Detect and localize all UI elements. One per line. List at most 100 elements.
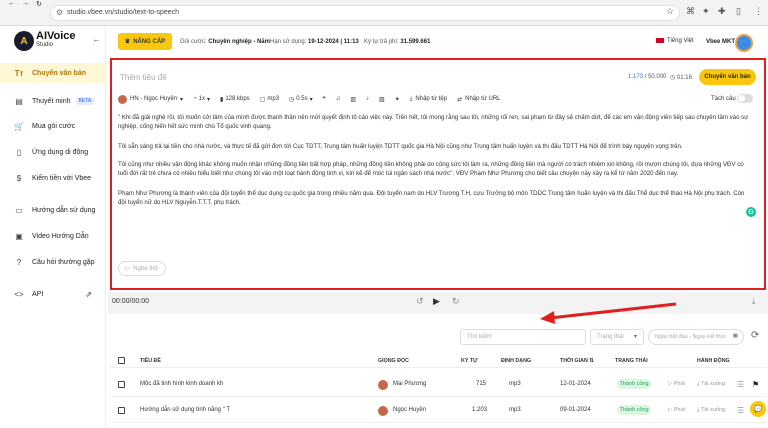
col-format[interactable]: ĐỊNH DẠNG xyxy=(501,358,531,364)
import-url-button[interactable]: ⇄ Nhập từ URL xyxy=(457,96,500,103)
title-input[interactable]: Thêm tiêu đề xyxy=(120,73,167,82)
char-counter: 1.173 / 50.000 xyxy=(628,74,667,80)
sidepanel-icon[interactable]: ▯ xyxy=(736,6,741,17)
language-selector[interactable]: Tiếng Việt xyxy=(656,38,694,44)
music-icon[interactable]: ♪ xyxy=(366,96,369,102)
upgrade-button[interactable]: ♛ NÂNG CẤP xyxy=(118,33,172,50)
play-icon[interactable]: ▶ xyxy=(433,296,440,307)
back-icon[interactable]: ← xyxy=(8,0,15,7)
chevron-down-icon: ▾ xyxy=(180,96,184,103)
refresh-icon[interactable]: ⟳ xyxy=(751,330,759,341)
sound-icon[interactable]: ♫ xyxy=(336,96,341,102)
play-button[interactable]: ▷ Phát xyxy=(668,381,685,387)
sidebar-item-api[interactable]: <> API ⇗ xyxy=(0,284,106,304)
sidebar-item-text-to-speech[interactable]: Tт Chuyển văn bản xyxy=(0,63,106,83)
address-bar[interactable]: ⚙ studio.vbee.vn/studio/text-to-speech xyxy=(50,5,680,21)
annotation-arrow-icon xyxy=(540,302,677,324)
translate-icon[interactable]: ⌘ xyxy=(686,6,695,17)
split-sentence-toggle[interactable] xyxy=(737,94,753,103)
download-icon: ⤓ xyxy=(409,95,413,102)
date-range-picker[interactable]: Ngày bắt đầu - Ngày kết thúc ▦ xyxy=(648,329,744,345)
search-input[interactable]: Tìm kiếm xyxy=(460,329,586,345)
editor-paragraph[interactable]: Phạm Như Phương là thành viên của đội tu… xyxy=(118,189,754,207)
bitrate-selector[interactable]: ▮ 128 kbps xyxy=(220,96,250,103)
row-time: 09-01-2024 xyxy=(560,407,591,413)
star-icon[interactable]: ☆ xyxy=(666,6,674,17)
col-voice[interactable]: GIỌNG ĐỌC xyxy=(378,358,409,364)
sidebar-item-dubbing[interactable]: ▤ Thuyết minh BETA xyxy=(0,91,106,111)
link-icon: ⇄ xyxy=(457,96,463,103)
magic-icon[interactable]: ✦ xyxy=(395,96,400,103)
chat-icon[interactable]: 💬 xyxy=(750,401,766,417)
row-title[interactable]: Hướng dẫn sử dụng tính năng " T xyxy=(140,407,230,413)
listen-button[interactable]: ▷ Nghe thử xyxy=(118,261,166,276)
grammarly-icon[interactable]: G xyxy=(746,207,756,217)
help-icon: ? xyxy=(16,257,22,267)
download-icon: ⤓ xyxy=(697,407,700,413)
flag-icon[interactable]: ⚑ xyxy=(752,380,759,389)
download-icon[interactable]: ⤓ xyxy=(752,297,756,307)
download-button[interactable]: ⤓ Tải xuống xyxy=(697,407,725,414)
duration: ◷ 01:16 xyxy=(670,75,692,81)
status-badge: Thành công xyxy=(617,405,651,415)
bars-icon: ▮ xyxy=(220,96,224,103)
extension-icon[interactable]: ✦ xyxy=(702,6,710,17)
clock-icon: ◷ xyxy=(289,96,295,103)
sidebar-item-faq[interactable]: ? Câu hỏi thường gặp xyxy=(0,252,106,272)
user-name: Vbee MKT xyxy=(706,39,736,45)
editor-paragraph[interactable]: Tôi cũng như nhiều vận động khác không m… xyxy=(118,160,754,178)
sidebar-item-earn[interactable]: $ Kiếm tiền với Vbee xyxy=(0,168,106,188)
row-title[interactable]: Mộc đã tinh hình kinh doanh kh xyxy=(140,381,223,387)
rewind-icon[interactable]: ↺ xyxy=(416,296,424,307)
avatar[interactable] xyxy=(735,34,753,52)
voice-selector[interactable]: HN - Ngọc Huyền ▾ xyxy=(118,94,184,104)
row-chars: 1.203 xyxy=(472,407,488,413)
player-time: 00:00/00:00 xyxy=(112,298,149,305)
speed-icon: ◔ xyxy=(193,96,197,102)
collapse-sidebar-icon[interactable]: ← xyxy=(92,34,101,44)
editor-toolbar: HN - Ngọc Huyền ▾ ◔ 1x ▾ ▮ 128 kbps ▢ mp3 ◷ 0… xyxy=(118,92,758,106)
sidebar-item-buy-package[interactable]: 🛒 Mua gói cước xyxy=(0,116,106,136)
import-file-button[interactable]: ⤓ Nhập từ tệp xyxy=(410,96,447,103)
menu-icon[interactable]: ⋮ xyxy=(754,6,763,17)
play-icon: ▷ xyxy=(668,381,673,387)
book-icon[interactable]: ▥ xyxy=(350,96,356,103)
forward-icon[interactable]: ↻ xyxy=(452,296,460,307)
speed-selector[interactable]: ◔ 1x ▾ xyxy=(193,96,210,103)
col-title[interactable]: TIÊU ĐỀ xyxy=(140,358,161,364)
image-icon[interactable]: ▨ xyxy=(379,96,385,103)
forward-icon[interactable]: → xyxy=(22,0,29,7)
voice-avatar xyxy=(118,94,127,104)
url-text: studio.vbee.vn/studio/text-to-speech xyxy=(67,9,180,16)
chevron-down-icon: ▾ xyxy=(207,96,211,103)
menu-icon[interactable]: ☰ xyxy=(737,380,744,389)
calendar-icon: ▦ xyxy=(732,333,738,339)
sidebar-item-mobile-app[interactable]: ▯ Ứng dụng di động xyxy=(0,142,106,162)
quote-icon[interactable]: ❞ xyxy=(323,96,326,103)
sidebar-item-guide[interactable]: ▭ Hướng dẫn sử dụng xyxy=(0,200,106,220)
reload-icon[interactable]: ↻ xyxy=(36,0,42,8)
editor-paragraph[interactable]: Tôi sẵn sàng trả lại tiền cho nhà nước, … xyxy=(118,142,754,151)
editor-paragraph[interactable]: " Khi đã giải nghệ rồi, tôi muốn cởi tâm… xyxy=(118,113,754,131)
format-selector[interactable]: ▢ mp3 xyxy=(260,96,279,103)
download-button[interactable]: ⤓ Tải xuống xyxy=(697,381,725,388)
row-checkbox[interactable] xyxy=(118,407,125,414)
download-icon: ⤓ xyxy=(697,381,700,387)
logo-subtitle: Studio xyxy=(36,42,54,48)
puzzle-icon[interactable]: ✚ xyxy=(718,6,726,17)
chevron-down-icon: ▾ xyxy=(633,334,637,340)
play-button[interactable]: ▷ Phát xyxy=(668,407,685,413)
col-status[interactable]: TRẠNG THÁI xyxy=(615,358,648,364)
select-all-checkbox[interactable] xyxy=(118,357,125,364)
convert-button[interactable]: Chuyển văn bản xyxy=(699,69,756,85)
subtitle-icon: ▤ xyxy=(15,96,23,106)
sidebar-item-video-guide[interactable]: ▣ Video Hướng Dẫn xyxy=(0,226,106,246)
pause-selector[interactable]: ◷ 0.5s ▾ xyxy=(289,96,313,103)
site-info-icon[interactable]: ⚙ xyxy=(56,8,63,17)
col-chars[interactable]: KÝ TỰ xyxy=(461,358,477,364)
col-time[interactable]: THỜI GIAN ⇅ xyxy=(560,358,594,364)
crown-icon: ♛ xyxy=(124,39,131,45)
status-select[interactable]: Trạng thái ▾ xyxy=(590,329,644,345)
menu-icon[interactable]: ☰ xyxy=(737,406,744,415)
row-checkbox[interactable] xyxy=(118,381,125,388)
